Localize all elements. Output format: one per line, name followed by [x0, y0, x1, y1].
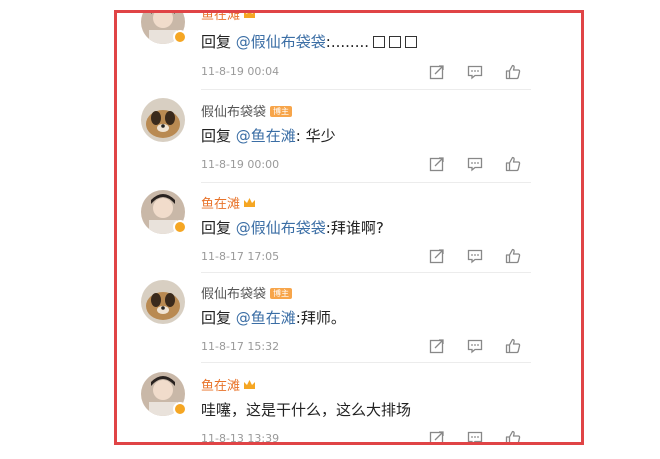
timestamp: 11-8-19 00:00 [201, 158, 280, 171]
author-name[interactable]: 假仙布袋袋 博主 [201, 283, 293, 302]
timestamp: 11-8-19 00:04 [201, 65, 280, 78]
timestamp: 11-8-17 17:05 [201, 250, 280, 263]
comment-body: :........ [325, 33, 369, 51]
emoji-placeholder-box [373, 36, 385, 48]
timestamp: 11-8-17 15:32 [201, 340, 280, 353]
share-icon[interactable] [429, 430, 445, 442]
comment-body: 哇噻，这是干什么，这么大排场 [201, 401, 412, 419]
author-name-text: 鱼在滩 [201, 197, 241, 212]
author-name[interactable]: 鱼在滩 [201, 13, 256, 23]
comment-icon[interactable] [467, 338, 483, 354]
divider [201, 89, 531, 90]
mention-link[interactable]: @假仙布袋袋 [236, 33, 326, 51]
crown-icon [244, 198, 256, 207]
blogger-tag: 博主 [270, 106, 293, 117]
comment-item: 假仙布袋袋 博主 回复 @鱼在滩: 华少 11-8-19 00:00 [117, 98, 581, 190]
verified-badge-icon [173, 220, 187, 234]
like-icon[interactable] [505, 156, 521, 172]
share-icon[interactable] [429, 248, 445, 264]
divider [201, 182, 531, 183]
author-name-text: 假仙布袋袋 [201, 287, 267, 302]
reply-prefix: 回复 [201, 309, 236, 327]
comment-body: :拜谁啊? [325, 219, 384, 237]
author-name[interactable]: 鱼在滩 [201, 193, 256, 212]
divider [201, 362, 531, 363]
emoji-placeholder-box [405, 36, 417, 48]
comment-body: :拜师。 [295, 309, 346, 327]
comment-icon[interactable] [467, 248, 483, 264]
mention-link[interactable]: @假仙布袋袋 [236, 219, 326, 237]
like-icon[interactable] [505, 248, 521, 264]
like-icon[interactable] [505, 430, 521, 442]
timestamp: 11-8-13 13:39 [201, 432, 280, 442]
verified-badge-icon [173, 402, 187, 416]
comment-icon[interactable] [467, 156, 483, 172]
comment-body: : 华少 [295, 127, 336, 145]
mention-link[interactable]: @鱼在滩 [236, 127, 296, 145]
reply-prefix: 回复 [201, 127, 236, 145]
like-icon[interactable] [505, 338, 521, 354]
avatar[interactable] [141, 98, 185, 142]
mention-link[interactable]: @鱼在滩 [236, 309, 296, 327]
share-icon[interactable] [429, 156, 445, 172]
author-name[interactable]: 鱼在滩 [201, 375, 256, 394]
blogger-tag: 博主 [270, 288, 293, 299]
avatar[interactable] [141, 280, 185, 324]
reply-prefix: 回复 [201, 33, 236, 51]
crown-icon [244, 380, 256, 389]
author-name[interactable]: 假仙布袋袋 博主 [201, 101, 293, 120]
divider [201, 272, 531, 273]
comment-item: 假仙布袋袋 博主 回复 @鱼在滩:拜师。 11-8-17 15:32 [117, 280, 581, 372]
comment-icon[interactable] [467, 64, 483, 80]
author-name-text: 鱼在滩 [201, 379, 241, 394]
comment-feed: 鱼在滩 回复 @假仙布袋袋:........ 11-8-19 00:04 假仙布… [117, 13, 581, 442]
share-icon[interactable] [429, 64, 445, 80]
comment-item: 鱼在滩 回复 @假仙布袋袋:拜谁啊? 11-8-17 17:05 [117, 190, 581, 282]
comment-item: 鱼在滩 回复 @假仙布袋袋:........ 11-8-19 00:04 [117, 13, 581, 92]
comment-item: 鱼在滩 哇噻，这是干什么，这么大排场 11-8-13 13:39 [117, 372, 581, 442]
share-icon[interactable] [429, 338, 445, 354]
reply-prefix: 回复 [201, 219, 236, 237]
comment-text: 回复 @假仙布袋袋:........ [201, 31, 417, 52]
comment-text: 回复 @鱼在滩: 华少 [201, 125, 336, 146]
like-icon[interactable] [505, 64, 521, 80]
author-name-text: 假仙布袋袋 [201, 105, 267, 120]
comment-icon[interactable] [467, 430, 483, 442]
crown-icon [244, 13, 256, 18]
author-name-text: 鱼在滩 [201, 13, 241, 23]
comment-text: 回复 @假仙布袋袋:拜谁啊? [201, 217, 384, 238]
emoji-placeholder-box [389, 36, 401, 48]
comment-text: 回复 @鱼在滩:拜师。 [201, 307, 346, 328]
verified-badge-icon [173, 30, 187, 44]
